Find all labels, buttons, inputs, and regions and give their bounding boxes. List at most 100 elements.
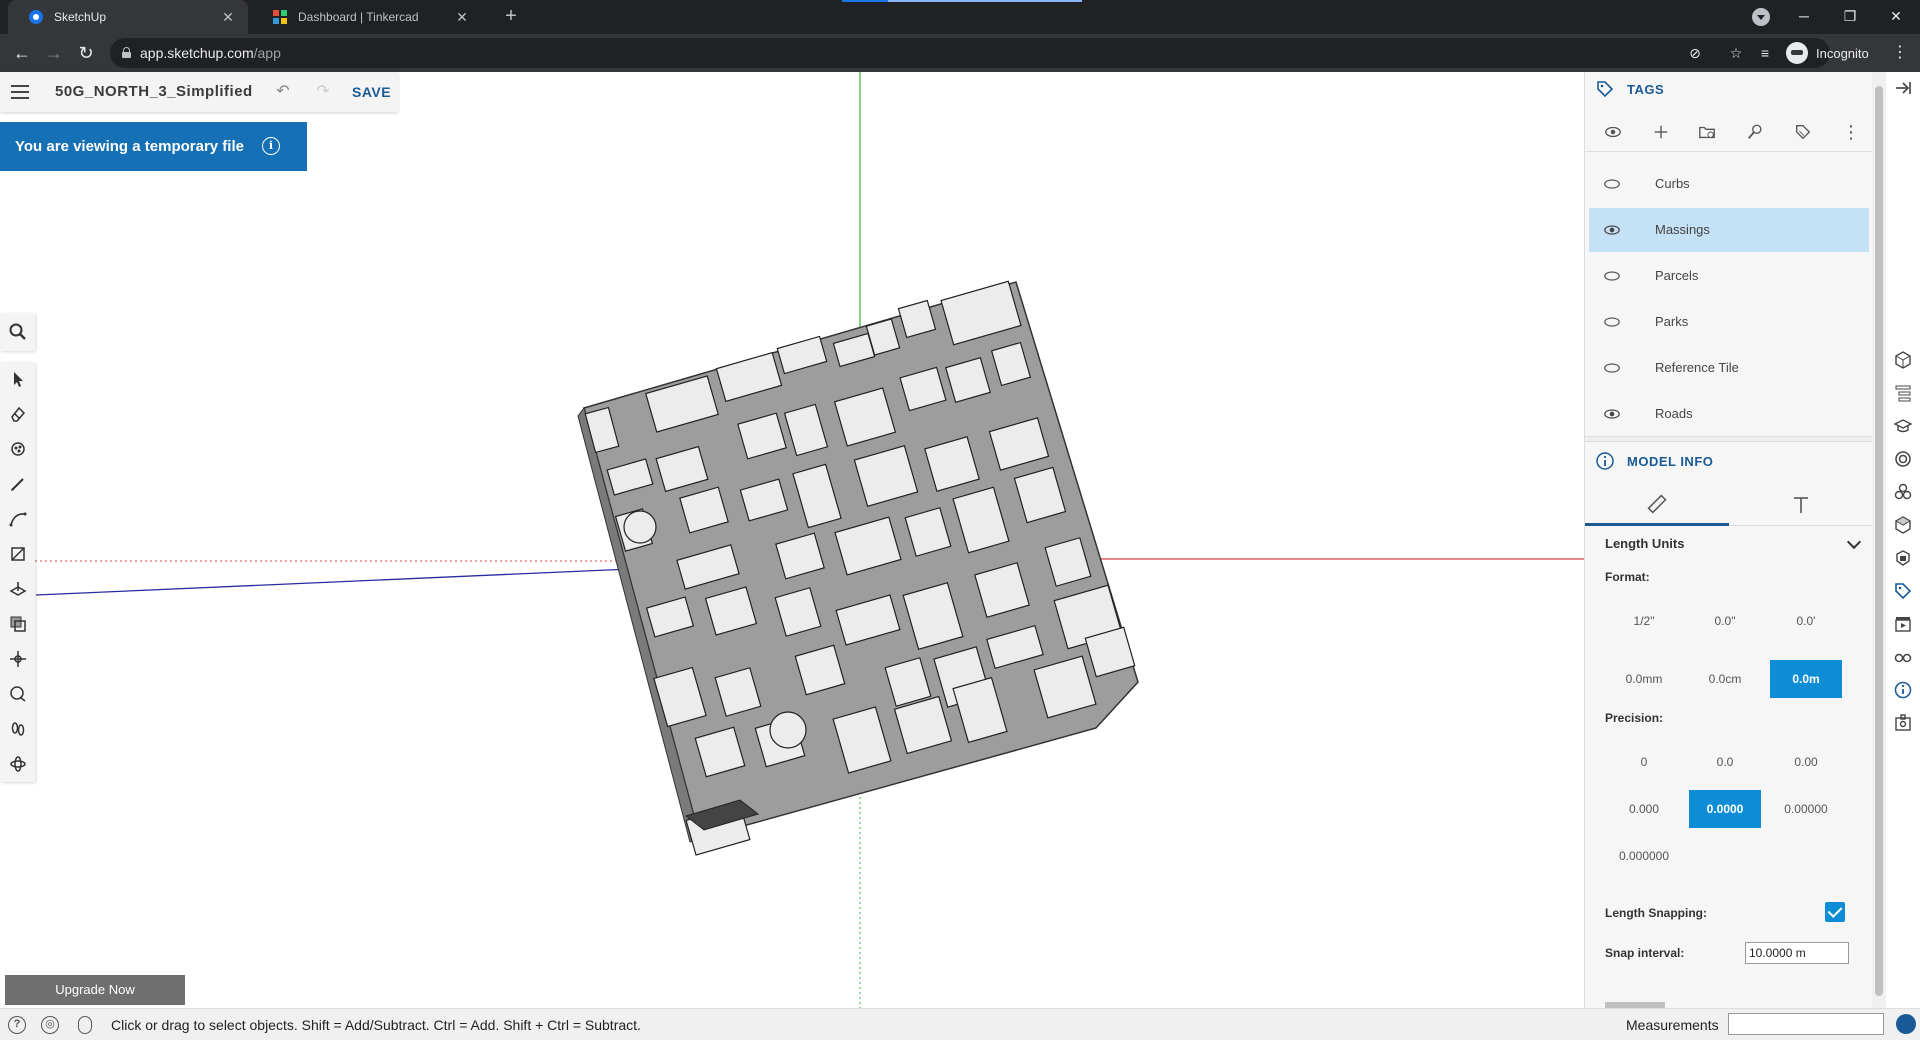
forward-arrow-icon[interactable]: → — [42, 42, 66, 64]
panel-rail — [1886, 72, 1920, 1008]
save-button[interactable]: SAVE — [352, 84, 391, 100]
precision-option-selected[interactable]: 0.0000 — [1689, 790, 1761, 828]
model-info-rail-icon[interactable] — [1893, 680, 1913, 700]
outliner-icon[interactable] — [1893, 383, 1913, 403]
measurements-input[interactable] — [1728, 1013, 1884, 1035]
tag-tool-icon[interactable] — [1793, 122, 1813, 142]
add-folder-icon[interactable] — [1697, 122, 1717, 142]
search-icon[interactable] — [0, 315, 35, 349]
close-icon[interactable]: ✕ — [454, 9, 470, 25]
browser-tab-bar: SketchUp ✕ Dashboard | Tinkercad ✕ + ─ ❐… — [0, 0, 1920, 34]
pencil-icon[interactable] — [0, 467, 35, 501]
length-snapping-checkbox[interactable] — [1825, 902, 1845, 922]
scenes-icon[interactable] — [1893, 614, 1913, 634]
panel-scrollbar[interactable] — [1872, 72, 1886, 1008]
components-icon[interactable] — [1893, 482, 1913, 502]
format-option[interactable]: 0.0' — [1770, 602, 1842, 640]
help-question-icon[interactable]: ? — [8, 1016, 26, 1034]
move-icon[interactable] — [0, 642, 35, 676]
tab-units[interactable] — [1585, 484, 1729, 526]
chevron-down-icon[interactable] — [1846, 534, 1862, 550]
entity-info-cube-icon[interactable] — [1893, 350, 1913, 370]
address-bar[interactable]: app.sketchup.com/app ⊘ ☆ — [110, 38, 1830, 68]
eye-closed-icon[interactable] — [1603, 268, 1621, 284]
format-option[interactable]: 0.0" — [1689, 602, 1761, 640]
offset-icon[interactable] — [0, 607, 35, 641]
modeling-viewport[interactable] — [0, 72, 1584, 1008]
select-arrow-icon[interactable] — [0, 362, 35, 396]
3d-warehouse-icon[interactable] — [1893, 515, 1913, 535]
tag-row[interactable]: Reference Tile — [1589, 346, 1869, 390]
tape-measure-icon[interactable] — [0, 677, 35, 711]
window-close-icon[interactable]: ✕ — [1884, 4, 1908, 28]
close-icon[interactable]: ✕ — [220, 9, 236, 25]
eye-open-icon[interactable] — [1603, 222, 1621, 238]
add-tag-plus-icon[interactable] — [1651, 122, 1671, 142]
mouse-icon[interactable] — [78, 1016, 92, 1034]
precision-option[interactable]: 0.000000 — [1608, 837, 1680, 875]
model-info-header[interactable]: MODEL INFO — [1585, 446, 1873, 476]
tag-row[interactable]: Curbs — [1589, 162, 1869, 206]
format-option[interactable]: 1/2" — [1608, 602, 1680, 640]
browser-menu-icon[interactable]: ⋮ — [1890, 42, 1910, 64]
redo-icon[interactable]: ↷ — [312, 81, 334, 103]
eraser-icon[interactable] — [0, 397, 35, 431]
walk-footprints-icon[interactable] — [0, 712, 35, 746]
eye-closed-icon[interactable] — [1603, 360, 1621, 376]
format-option[interactable]: 0.0cm — [1689, 660, 1761, 698]
tag-row[interactable]: Roads — [1589, 392, 1869, 436]
reading-list-icon[interactable]: ≡ — [1756, 44, 1774, 62]
star-icon[interactable]: ☆ — [1727, 44, 1745, 62]
extensions-icon[interactable] — [1893, 713, 1913, 733]
restore-icon[interactable]: ❐ — [1838, 4, 1862, 28]
tab-text[interactable] — [1729, 484, 1873, 526]
tab-tinkercad[interactable]: Dashboard | Tinkercad ✕ — [252, 0, 482, 34]
tag-row[interactable]: Massings — [1589, 208, 1869, 252]
instructor-hat-icon[interactable] — [1893, 416, 1913, 436]
info-icon[interactable]: i — [262, 137, 280, 155]
solid-tools-icon[interactable] — [1893, 548, 1913, 568]
upgrade-now-button[interactable]: Upgrade Now — [5, 975, 185, 1005]
precision-option[interactable]: 0.00 — [1770, 743, 1842, 781]
incognito-profile[interactable]: Incognito — [1786, 38, 1869, 68]
arc-icon[interactable] — [0, 502, 35, 536]
paint-bucket-icon[interactable] — [0, 432, 35, 466]
precision-option[interactable]: 0.000 — [1608, 790, 1680, 828]
eye-closed-icon[interactable] — [1603, 314, 1621, 330]
eye-closed-icon[interactable] — [1603, 176, 1621, 192]
collapse-arrow-icon[interactable] — [1893, 78, 1913, 98]
precision-option[interactable]: 0.0 — [1689, 743, 1761, 781]
undo-icon[interactable]: ↶ — [272, 81, 294, 103]
back-arrow-icon[interactable]: ← — [10, 42, 34, 64]
eye-off-icon[interactable]: ⊘ — [1686, 44, 1704, 62]
tab-sketchup[interactable]: SketchUp ✕ — [8, 0, 248, 34]
precision-option[interactable]: 0 — [1608, 743, 1680, 781]
tag-row[interactable]: Parks — [1589, 300, 1869, 344]
visibility-eye-icon[interactable] — [1603, 122, 1623, 142]
city-model-canvas[interactable] — [0, 72, 1584, 1008]
minimize-icon[interactable]: ─ — [1792, 4, 1816, 28]
tags-rail-icon[interactable] — [1893, 581, 1913, 601]
tag-search-icon[interactable] — [1745, 122, 1765, 142]
format-option[interactable]: 0.0mm — [1608, 660, 1680, 698]
panel-divider[interactable] — [1585, 436, 1873, 442]
more-options-icon[interactable]: ⋮ — [1841, 122, 1861, 142]
snap-interval-input[interactable]: 10.0000 m — [1745, 942, 1849, 964]
display-glasses-icon[interactable] — [1893, 647, 1913, 667]
hamburger-menu-icon[interactable] — [11, 85, 29, 99]
format-option-selected[interactable]: 0.0m — [1770, 660, 1842, 698]
tab-search-icon[interactable] — [1752, 8, 1770, 26]
new-tab-plus-icon[interactable]: + — [500, 6, 522, 28]
orbit-icon[interactable] — [0, 747, 35, 781]
tag-row[interactable]: Parcels — [1589, 254, 1869, 298]
rectangle-shape-icon[interactable] — [0, 537, 35, 571]
globe-icon[interactable]: ◎ — [41, 1016, 59, 1034]
materials-icon[interactable] — [1893, 449, 1913, 469]
push-pull-icon[interactable] — [0, 572, 35, 606]
eye-open-icon[interactable] — [1603, 406, 1621, 422]
length-units-title[interactable]: Length Units — [1605, 536, 1684, 551]
reload-icon[interactable]: ↻ — [74, 42, 98, 64]
precision-option[interactable]: 0.00000 — [1770, 790, 1842, 828]
sketchup-logo-icon[interactable] — [1896, 1014, 1916, 1034]
tags-panel-header[interactable]: TAGS — [1585, 74, 1873, 104]
